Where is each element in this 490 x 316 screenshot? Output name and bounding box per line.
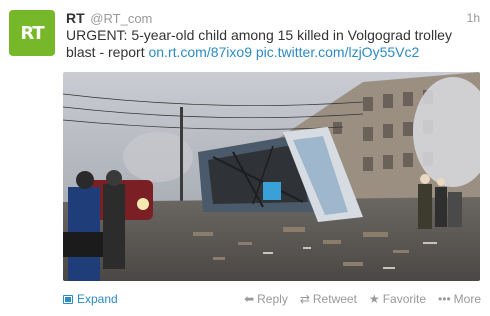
tweet-footer: Expand ⬅ Reply ⇄ Retweet ★ Favorite ••• … (63, 290, 481, 308)
retweet-icon: ⇄ (299, 292, 310, 306)
expand-link[interactable]: Expand (63, 290, 118, 308)
account-handle[interactable]: @RT_com (90, 11, 152, 26)
tweet-photo[interactable] (63, 72, 480, 281)
tweet-link-pic[interactable]: pic.twitter.com/lzjOy55Vc2 (256, 44, 419, 60)
photo-image (63, 72, 480, 281)
tweet-link-url[interactable]: on.rt.com/87ixo9 (148, 44, 252, 60)
star-icon: ★ (368, 292, 380, 306)
avatar-logo: RT (20, 22, 44, 44)
tweet-timestamp[interactable]: 1h (467, 11, 480, 25)
tweet-header: RT @RT_com (66, 10, 152, 28)
more-button[interactable]: ••• More (438, 290, 481, 308)
reply-label: Reply (257, 292, 288, 306)
retweet-button[interactable]: ⇄ Retweet (300, 290, 357, 308)
tweet-text: URGENT: 5-year-old child among 15 killed… (66, 27, 466, 61)
favorite-button[interactable]: ★ Favorite (369, 290, 426, 308)
more-label: More (453, 292, 481, 306)
account-name[interactable]: RT (66, 10, 85, 26)
ellipsis-icon: ••• (438, 292, 451, 306)
avatar[interactable]: RT (9, 10, 55, 56)
favorite-label: Favorite (382, 292, 427, 306)
reply-icon: ⬅ (244, 292, 255, 306)
photo-icon (63, 294, 73, 304)
retweet-label: Retweet (312, 292, 357, 306)
tweet[interactable]: RT RT @RT_com 1h URGENT: 5-year-old chil… (0, 0, 490, 316)
expand-label: Expand (77, 292, 118, 306)
reply-button[interactable]: ⬅ Reply (244, 290, 288, 308)
tweet-actions: ⬅ Reply ⇄ Retweet ★ Favorite ••• More (244, 290, 481, 308)
